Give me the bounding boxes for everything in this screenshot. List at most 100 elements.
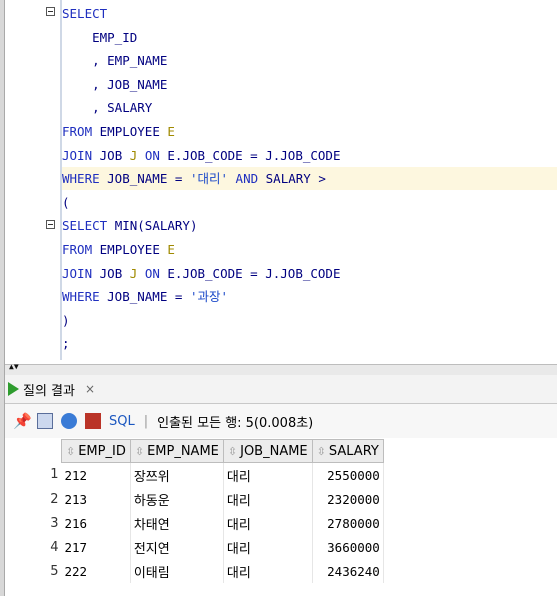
results-grid: ⇳ EMP_ID ⇳ EMP_NAME ⇳ JOB_NAME ⇳ SALARY 1 212… <box>5 439 557 596</box>
sort-icon[interactable]: ⇳ <box>135 445 144 458</box>
code-token: WHERE <box>62 289 108 305</box>
code-token: SELECT <box>62 218 115 234</box>
code-token: ( <box>62 194 70 210</box>
code-line[interactable]: , SALARY <box>62 96 557 119</box>
cell-salary[interactable]: 2320000 <box>312 487 384 511</box>
row-number: 3 <box>5 511 62 535</box>
code-token: EMP_ID <box>62 29 138 45</box>
code-line[interactable]: ) <box>62 309 557 332</box>
code-token: SELECT <box>62 6 108 21</box>
code-token: '대리' <box>189 171 229 187</box>
code-token: ; <box>62 336 70 352</box>
code-token: J <box>129 265 145 281</box>
toolbar-separator: | <box>143 413 149 429</box>
code-token: E.JOB_CODE = J.JOB_CODE <box>167 265 341 281</box>
cell-job-name[interactable]: 대리 <box>223 535 313 559</box>
code-token: JOB <box>99 265 130 281</box>
cell-emp-name[interactable]: 차태연 <box>130 511 224 535</box>
cell-emp-id[interactable]: 217 <box>61 535 131 559</box>
code-token: J <box>129 147 145 163</box>
row-number: 4 <box>5 535 62 559</box>
code-line[interactable]: WHERE JOB_NAME = '과장' <box>62 285 557 308</box>
code-token: JOB_NAME = <box>107 289 190 305</box>
code-token: EMPLOYEE <box>99 242 168 257</box>
sql-editor[interactable]: SELECT EMP_ID , EMP_NAME , JOB_NAME , SA… <box>5 0 557 366</box>
code-line[interactable]: ; <box>62 332 557 355</box>
cell-emp-id[interactable]: 216 <box>61 511 131 535</box>
cell-salary[interactable]: 3660000 <box>312 535 384 559</box>
row-number-header <box>5 439 62 463</box>
table-row[interactable]: 3 216 차태연 대리 2780000 <box>5 511 384 535</box>
col-header-job-name[interactable]: ⇳ JOB_NAME <box>222 439 313 463</box>
code-token: , EMP_NAME <box>62 53 168 69</box>
cell-emp-name[interactable]: 이태림 <box>130 559 224 583</box>
sort-icon[interactable]: ⇳ <box>66 445 75 458</box>
code-token: FROM <box>62 124 100 139</box>
code-line[interactable]: EMP_ID <box>62 26 557 49</box>
cell-job-name[interactable]: 대리 <box>223 559 313 583</box>
delete-icon[interactable] <box>85 413 101 429</box>
code-token: E <box>167 124 175 139</box>
fetch-status: 인출된 모든 행: 5(0.008초) <box>157 415 314 431</box>
col-header-emp-id[interactable]: ⇳ EMP_ID <box>61 439 131 463</box>
code-token: JOB_NAME = <box>107 171 190 187</box>
code-token: ON <box>144 147 168 163</box>
cell-emp-id[interactable]: 213 <box>61 487 131 511</box>
tab-query-result-label: 질의 결과 <box>23 383 75 399</box>
cell-job-name[interactable]: 대리 <box>223 511 313 535</box>
code-token: , JOB_NAME <box>62 76 168 92</box>
code-token: ON <box>144 265 168 281</box>
tab-query-result[interactable]: 질의 결과 × <box>8 378 95 400</box>
pin-icon[interactable]: 📌 <box>13 413 32 429</box>
code-token: JOB <box>99 147 130 163</box>
fold-icon[interactable] <box>46 220 55 229</box>
code-line[interactable]: FROM EMPLOYEE E <box>62 120 557 143</box>
cell-salary[interactable]: 2436240 <box>312 559 384 583</box>
sort-icon[interactable]: ⇳ <box>228 445 237 458</box>
splitter-arrows-icon[interactable]: ▲▼ <box>9 363 19 371</box>
code-line[interactable]: , EMP_NAME <box>62 49 557 72</box>
cell-emp-name[interactable]: 하동운 <box>130 487 224 511</box>
code-line[interactable]: JOIN JOB J ON E.JOB_CODE = J.JOB_CODE <box>62 262 557 285</box>
cell-emp-name[interactable]: 전지연 <box>130 535 224 559</box>
code-token: FROM <box>62 242 100 257</box>
code-token: E.JOB_CODE = J.JOB_CODE <box>167 147 341 163</box>
row-number: 2 <box>5 487 62 511</box>
code-line[interactable]: ( <box>62 191 557 214</box>
results-table: ⇳ EMP_ID ⇳ EMP_NAME ⇳ JOB_NAME ⇳ SALARY 1 212… <box>5 439 384 583</box>
code-line[interactable]: WHERE JOB_NAME = '대리' AND SALARY > <box>62 167 557 191</box>
code-token: SALARY > <box>265 171 326 187</box>
cell-job-name[interactable]: 대리 <box>223 462 313 487</box>
table-row[interactable]: 2 213 하동운 대리 2320000 <box>5 487 384 511</box>
close-tab-icon[interactable]: × <box>85 382 95 396</box>
row-number: 5 <box>5 559 62 583</box>
code-token: AND <box>228 171 266 187</box>
cell-salary[interactable]: 2550000 <box>312 462 384 487</box>
code-line[interactable]: JOIN JOB J ON E.JOB_CODE = J.JOB_CODE <box>62 144 557 167</box>
sql-button[interactable]: SQL <box>109 414 135 429</box>
table-row[interactable]: 1 212 장쯔위 대리 2550000 <box>5 462 384 487</box>
table-row[interactable]: 5 222 이태림 대리 2436240 <box>5 559 384 583</box>
header-row: ⇳ EMP_ID ⇳ EMP_NAME ⇳ JOB_NAME ⇳ SALARY <box>5 439 384 463</box>
cell-emp-id[interactable]: 222 <box>61 559 131 583</box>
col-header-salary[interactable]: ⇳ SALARY <box>311 439 384 463</box>
code-token: EMPLOYEE <box>99 124 168 139</box>
code-line[interactable]: FROM EMPLOYEE E <box>62 238 557 261</box>
code-line[interactable]: , JOB_NAME <box>62 73 557 96</box>
sort-icon[interactable]: ⇳ <box>317 445 326 458</box>
cell-emp-name[interactable]: 장쯔위 <box>130 462 224 487</box>
code-token: JOIN <box>62 265 100 281</box>
cell-emp-id[interactable]: 212 <box>61 462 131 487</box>
print-icon[interactable] <box>37 413 53 429</box>
col-header-emp-name[interactable]: ⇳ EMP_NAME <box>129 439 224 463</box>
cell-salary[interactable]: 2780000 <box>312 511 384 535</box>
table-row[interactable]: 4 217 전지연 대리 3660000 <box>5 535 384 559</box>
code-token: ) <box>62 312 70 328</box>
refresh-icon[interactable] <box>61 413 77 429</box>
fold-icon[interactable] <box>46 7 55 16</box>
code-token: E <box>167 242 175 257</box>
code-line[interactable]: SELECT MIN(SALARY) <box>62 214 557 237</box>
cell-job-name[interactable]: 대리 <box>223 487 313 511</box>
row-number: 1 <box>5 462 62 487</box>
code-line[interactable]: SELECT <box>62 2 557 25</box>
